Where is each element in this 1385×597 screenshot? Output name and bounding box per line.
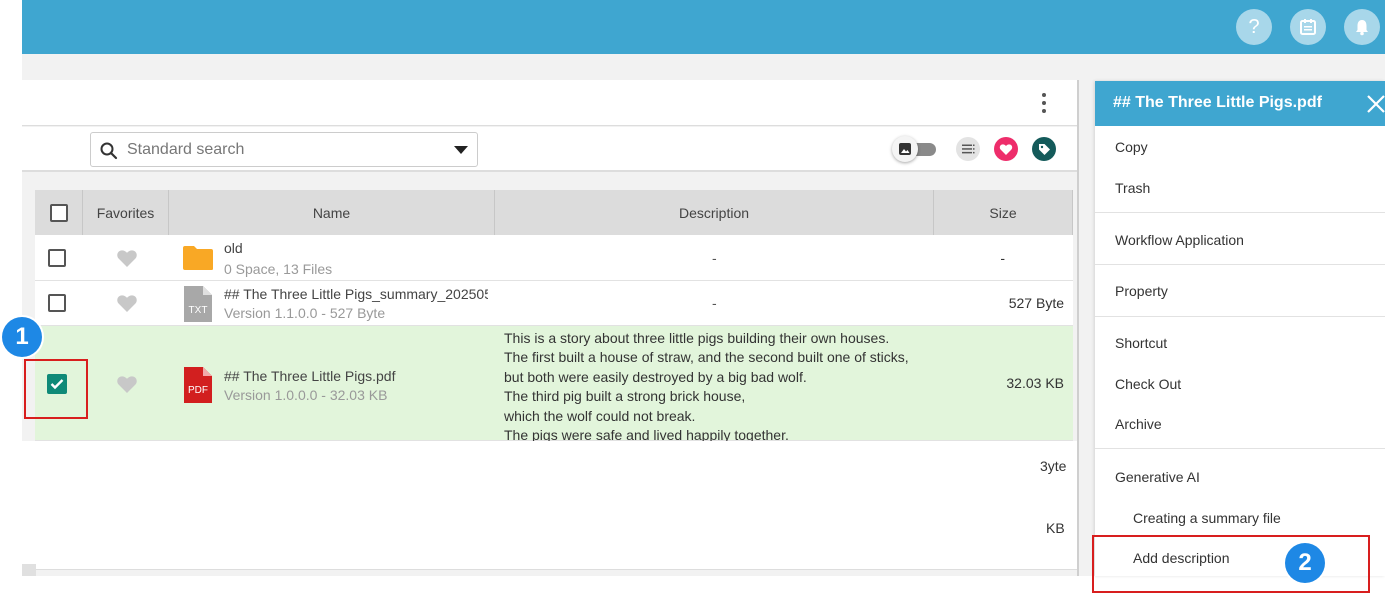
- description-line: This is a story about three little pigs …: [504, 330, 890, 346]
- tag-filter-button[interactable]: [1032, 137, 1056, 161]
- select-all-checkbox[interactable]: [49, 203, 68, 222]
- hidden-row-size: 3yte: [1040, 458, 1067, 474]
- file-size: 32.03 KB: [1006, 375, 1064, 391]
- menu-item-check-out[interactable]: Check Out: [1115, 376, 1181, 392]
- description-header-label: Description: [678, 204, 750, 221]
- file-meta: Version 1.1.0.0 - 527 Byte: [224, 305, 386, 321]
- pdf-file-icon: PDF: [183, 366, 213, 404]
- menu-item-create-summary[interactable]: Creating a summary file: [1133, 510, 1281, 526]
- menu-item-workflow[interactable]: Workflow Application: [1115, 232, 1244, 248]
- size-column-header[interactable]: Size: [934, 190, 1073, 235]
- highlight-box-step2: [1092, 535, 1370, 593]
- name-header-label: Name: [312, 204, 351, 221]
- search-type-dropdown-icon[interactable]: [454, 146, 468, 154]
- description-line: The first built a house of straw, and th…: [504, 349, 909, 366]
- toggle-knob: [892, 136, 918, 162]
- favorite-heart-icon[interactable]: [116, 293, 138, 313]
- txt-file-icon: TXT: [183, 285, 213, 323]
- favorites-column-header[interactable]: Favorites: [83, 190, 169, 235]
- search-input[interactable]: [127, 137, 427, 163]
- menu-item-property[interactable]: Property: [1115, 283, 1168, 299]
- top-header-bar: ?: [22, 0, 1385, 54]
- select-all-header: [35, 190, 83, 235]
- favorite-heart-icon[interactable]: [116, 374, 138, 394]
- help-button[interactable]: ?: [1236, 9, 1272, 45]
- tag-icon: [1039, 144, 1050, 155]
- menu-item-archive[interactable]: Archive: [1115, 416, 1162, 432]
- table-empty-area: [22, 441, 1077, 569]
- step-badge-2: 2: [1285, 543, 1325, 583]
- file-description: -: [712, 295, 717, 311]
- menu-item-generative-ai[interactable]: Generative AI: [1115, 469, 1200, 485]
- thumbnail-view-toggle[interactable]: [890, 136, 938, 162]
- calendar-icon: [1300, 19, 1316, 35]
- image-icon: [899, 143, 911, 155]
- search-icon: [100, 142, 118, 160]
- menu-divider: [1095, 448, 1385, 449]
- left-edge: [0, 0, 22, 597]
- folder-icon: [183, 246, 213, 270]
- file-description: This is a story about three little pigs …: [504, 329, 909, 445]
- favorites-filter-button[interactable]: [994, 137, 1018, 161]
- step-badge-1: 1: [2, 317, 42, 357]
- description-column-header[interactable]: Description: [495, 190, 934, 235]
- close-icon[interactable]: [1365, 93, 1385, 115]
- favorite-heart-icon[interactable]: [116, 248, 138, 268]
- table-row[interactable]: old 0 Space, 13 Files - -: [35, 235, 1073, 281]
- list-icon: [962, 144, 975, 154]
- search-bar-row: [22, 127, 1077, 172]
- heart-icon: [999, 143, 1013, 155]
- menu-item-trash[interactable]: Trash: [1115, 180, 1150, 196]
- row-checkbox[interactable]: [48, 249, 66, 267]
- more-options-icon[interactable]: [1041, 93, 1047, 113]
- file-description: -: [712, 250, 717, 266]
- row-checkbox[interactable]: [48, 294, 66, 312]
- file-size: 527 Byte: [1008, 295, 1064, 311]
- description-line: The third pig built a strong brick house…: [504, 388, 746, 405]
- divider: [22, 569, 1077, 570]
- file-name[interactable]: old: [224, 240, 488, 256]
- scroll-corner: [22, 564, 36, 576]
- menu-divider: [1095, 212, 1385, 213]
- file-name[interactable]: ## The Three Little Pigs_summary_202505’: [224, 286, 488, 302]
- list-view-button[interactable]: [956, 137, 980, 161]
- file-meta: 0 Space, 13 Files: [224, 261, 333, 277]
- bell-icon: [1356, 20, 1368, 36]
- notifications-button[interactable]: [1344, 9, 1380, 45]
- context-menu: ## The Three Little Pigs.pdf Copy Trash …: [1095, 81, 1385, 576]
- app-window: ? Standard search Favorites Name Descrip…: [0, 0, 1385, 597]
- help-icon: ?: [1248, 15, 1260, 38]
- pdf-icon-label: PDF: [188, 385, 208, 396]
- menu-divider: [1095, 316, 1385, 317]
- table-header: Favorites Name Description Size: [35, 190, 1073, 235]
- context-menu-title: ## The Three Little Pigs.pdf: [1113, 94, 1322, 111]
- highlight-box-step1: [24, 359, 88, 419]
- file-name[interactable]: ## The Three Little Pigs.pdf: [224, 368, 488, 384]
- txt-icon-label: TXT: [188, 305, 208, 316]
- menu-divider: [1095, 264, 1385, 265]
- name-column-header[interactable]: Name: [169, 190, 495, 235]
- search-box: [90, 132, 478, 167]
- description-line: but both were easily destroyed by a big …: [504, 368, 807, 385]
- file-size: -: [1000, 250, 1005, 266]
- table-row[interactable]: TXT ## The Three Little Pigs_summary_202…: [35, 281, 1073, 326]
- calendar-button[interactable]: [1290, 9, 1326, 45]
- menu-item-shortcut[interactable]: Shortcut: [1115, 335, 1167, 351]
- table-row-selected[interactable]: PDF ## The Three Little Pigs.pdf Version…: [35, 326, 1073, 443]
- hidden-row-size: KB: [1046, 520, 1065, 536]
- menu-item-copy[interactable]: Copy: [1115, 139, 1148, 155]
- context-menu-header: ## The Three Little Pigs.pdf: [1095, 81, 1385, 126]
- description-line: which the wolf could not break.: [504, 407, 696, 424]
- size-header-label: Size: [989, 204, 1017, 221]
- file-meta: Version 1.0.0.0 - 32.03 KB: [224, 387, 388, 403]
- list-toolbar: [22, 80, 1077, 126]
- favorites-header-label: Favorites: [96, 204, 155, 221]
- scrollbar[interactable]: [1077, 80, 1079, 576]
